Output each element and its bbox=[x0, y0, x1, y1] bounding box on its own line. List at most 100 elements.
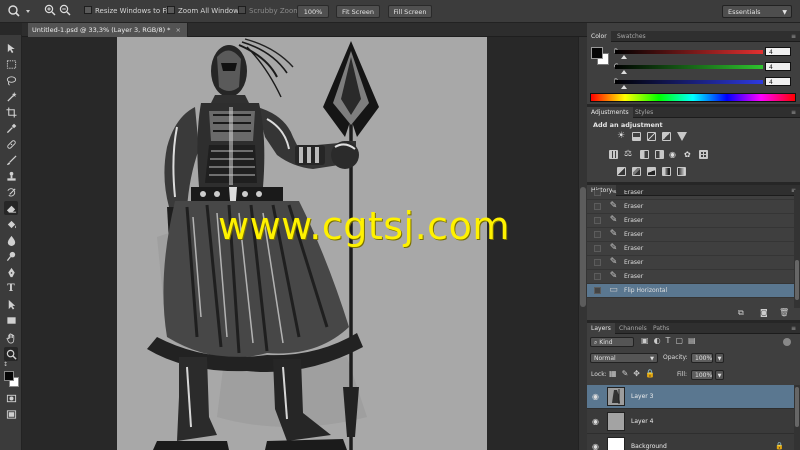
path-selection-tool-icon[interactable] bbox=[4, 297, 18, 311]
fill-input[interactable]: 100% bbox=[691, 370, 713, 380]
document-tab[interactable]: Untitled-1.psd @ 33,3% (Layer 3, RGB/8) … bbox=[28, 23, 188, 37]
dodge-tool-icon[interactable] bbox=[4, 249, 18, 263]
move-tool-icon[interactable] bbox=[4, 41, 18, 55]
layer-name[interactable]: Layer 3 bbox=[631, 385, 653, 409]
gradient-map-icon[interactable] bbox=[677, 167, 686, 176]
vibrance-icon[interactable] bbox=[609, 150, 618, 159]
history-snapshot-box[interactable] bbox=[594, 190, 601, 196]
close-icon[interactable]: × bbox=[175, 26, 180, 34]
tool-preset-picker[interactable] bbox=[6, 4, 36, 17]
scrollbar-thumb[interactable] bbox=[580, 187, 586, 307]
visibility-eye-icon[interactable]: ◉ bbox=[592, 417, 599, 426]
blur-tool-icon[interactable] bbox=[4, 233, 18, 247]
green-slider[interactable] bbox=[615, 65, 763, 69]
zoom-100-button[interactable]: 100% bbox=[297, 5, 329, 18]
rectangle-tool-icon[interactable] bbox=[4, 313, 18, 327]
history-snapshot-box[interactable] bbox=[594, 245, 601, 252]
tab-adjustments[interactable]: Adjustments bbox=[587, 107, 633, 118]
panel-menu-icon[interactable]: ≡ bbox=[791, 31, 796, 42]
resize-windows-checkbox[interactable]: Resize Windows to Fit bbox=[84, 5, 171, 18]
layer-name[interactable]: Layer 4 bbox=[631, 410, 653, 434]
history-snapshot-box[interactable] bbox=[594, 203, 601, 210]
black-white-icon[interactable] bbox=[655, 150, 664, 159]
history-snapshot-box[interactable] bbox=[594, 259, 601, 266]
scrollbar-thumb[interactable] bbox=[795, 260, 799, 300]
tab-channels[interactable]: Channels bbox=[615, 323, 651, 334]
hand-tool-icon[interactable] bbox=[4, 331, 18, 345]
brightness-contrast-icon[interactable]: ☀ bbox=[617, 131, 627, 141]
history-item[interactable]: ✎ Eraser bbox=[587, 214, 796, 228]
fit-screen-button[interactable]: Fit Screen bbox=[336, 5, 380, 18]
hue-saturation-icon[interactable]: ⚖ bbox=[624, 149, 635, 160]
channel-mixer-icon[interactable]: ✿ bbox=[684, 149, 695, 160]
trash-icon[interactable]: 🗑 bbox=[779, 308, 789, 317]
workspace-select[interactable]: Essentials ▼ bbox=[722, 5, 792, 18]
filter-shape-icon[interactable]: ▢ bbox=[675, 336, 688, 345]
scrubby-zoom-checkbox[interactable]: Scrubby Zoom bbox=[238, 5, 300, 18]
tab-swatches[interactable]: Swatches bbox=[613, 31, 650, 42]
curves-icon[interactable] bbox=[647, 132, 656, 141]
eyedropper-tool-icon[interactable] bbox=[4, 121, 18, 135]
swap-colors-icon[interactable]: ↕ bbox=[3, 362, 9, 368]
history-scrollbar[interactable] bbox=[794, 190, 800, 308]
green-slider-handle[interactable] bbox=[621, 70, 627, 74]
history-snapshot-box[interactable] bbox=[594, 217, 601, 224]
screen-mode-icon[interactable] bbox=[4, 407, 18, 421]
history-snapshot-box[interactable] bbox=[594, 231, 601, 238]
threshold-icon[interactable] bbox=[647, 167, 656, 176]
canvas-vertical-scrollbar[interactable] bbox=[578, 37, 587, 450]
visibility-eye-icon[interactable]: ◉ bbox=[592, 392, 599, 401]
lock-all-icon[interactable]: 🔒 bbox=[645, 369, 660, 378]
panel-menu-icon[interactable]: ≡ bbox=[791, 323, 796, 334]
invert-icon[interactable] bbox=[617, 167, 626, 176]
blue-slider-handle[interactable] bbox=[621, 85, 627, 89]
lasso-tool-icon[interactable] bbox=[4, 73, 18, 87]
layer-row[interactable]: ◉ Background 🔒 bbox=[587, 435, 796, 450]
history-item[interactable]: ✎ Eraser bbox=[587, 190, 796, 200]
type-tool-icon[interactable]: T bbox=[4, 281, 18, 295]
layer-filter-toggle[interactable] bbox=[783, 338, 791, 346]
history-item[interactable]: ✎ Eraser bbox=[587, 270, 796, 284]
fill-slider-toggle[interactable]: ▼ bbox=[715, 370, 724, 380]
paint-bucket-tool-icon[interactable] bbox=[4, 217, 18, 231]
new-document-from-state-icon[interactable]: ⧉ bbox=[738, 308, 744, 318]
green-value-input[interactable]: 4 bbox=[765, 62, 791, 71]
red-value-input[interactable]: 4 bbox=[765, 47, 791, 56]
history-snapshot-box[interactable] bbox=[594, 273, 601, 280]
layers-scrollbar[interactable] bbox=[794, 385, 800, 450]
red-slider-handle[interactable] bbox=[621, 55, 627, 59]
lock-transparent-icon[interactable]: ▦ bbox=[609, 369, 622, 378]
visibility-eye-icon[interactable]: ◉ bbox=[592, 442, 599, 450]
tab-color[interactable]: Color bbox=[587, 31, 611, 42]
foreground-color-swatch[interactable] bbox=[4, 371, 14, 381]
gradient-map-triangle-icon[interactable] bbox=[677, 132, 687, 141]
fill-screen-button[interactable]: Fill Screen bbox=[388, 5, 432, 18]
photo-filter-icon[interactable]: ◉ bbox=[669, 149, 680, 160]
eraser-tool-icon[interactable] bbox=[4, 201, 18, 215]
opacity-slider-toggle[interactable]: ▼ bbox=[715, 353, 724, 363]
blue-value-input[interactable]: 4 bbox=[765, 77, 791, 86]
levels-icon[interactable] bbox=[632, 132, 641, 141]
layer-name[interactable]: Background bbox=[631, 435, 667, 450]
history-snapshot-box[interactable] bbox=[594, 287, 601, 294]
zoom-out-icon[interactable] bbox=[59, 4, 71, 17]
color-spectrum-ramp[interactable] bbox=[590, 93, 796, 102]
zoom-tool-icon[interactable] bbox=[4, 347, 18, 361]
filter-type-icon[interactable]: T bbox=[666, 336, 676, 345]
tab-layers[interactable]: Layers bbox=[587, 323, 615, 334]
lock-pixels-icon[interactable]: ✎ bbox=[622, 369, 634, 378]
healing-brush-tool-icon[interactable] bbox=[4, 137, 18, 151]
layer-row-selected[interactable]: ◉ Layer 3 bbox=[587, 385, 796, 409]
posterize-icon[interactable] bbox=[632, 167, 641, 176]
marquee-tool-icon[interactable] bbox=[4, 57, 18, 71]
layer-filter-kind-select[interactable]: ⌕ Kind bbox=[590, 337, 634, 347]
brush-tool-icon[interactable] bbox=[4, 153, 18, 167]
filter-smart-object-icon[interactable]: ▤ bbox=[688, 336, 701, 345]
camera-icon[interactable]: ◙ bbox=[760, 308, 768, 317]
red-slider[interactable] bbox=[615, 50, 763, 54]
magic-wand-tool-icon[interactable] bbox=[4, 89, 18, 103]
history-item[interactable]: ✎ Eraser bbox=[587, 256, 796, 270]
zoom-in-icon[interactable] bbox=[44, 4, 56, 17]
quick-mask-icon[interactable] bbox=[4, 391, 18, 405]
tab-paths[interactable]: Paths bbox=[649, 323, 673, 334]
